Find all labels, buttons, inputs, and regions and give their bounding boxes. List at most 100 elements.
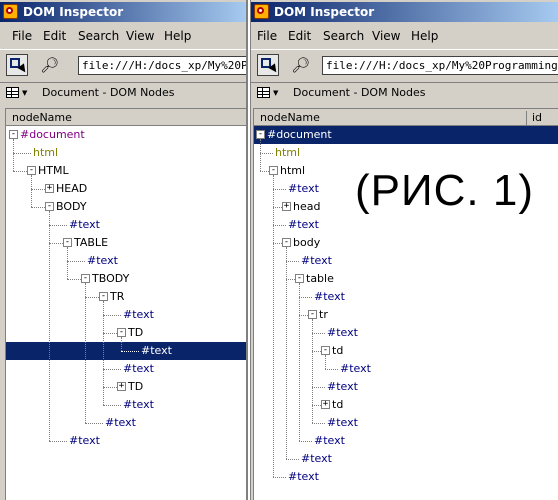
tree-row[interactable]: - body [254, 234, 558, 252]
tree-node-label: #text [288, 470, 319, 483]
tree-row[interactable]: html [6, 144, 246, 162]
tree-guide-line [31, 175, 32, 207]
tree-row[interactable]: - TR [6, 288, 246, 306]
tree-guide-line [286, 247, 287, 459]
tree-row[interactable]: #text [6, 432, 246, 450]
tree-row[interactable]: - TD [6, 324, 246, 342]
tree-row[interactable]: + TD [6, 378, 246, 396]
panel-grid-icon[interactable] [6, 87, 19, 98]
menu-edit[interactable]: Edit [288, 29, 311, 43]
tree-row[interactable]: - #document [254, 126, 558, 144]
tree-row[interactable]: html [254, 144, 558, 162]
collapse-icon[interactable]: - [282, 238, 291, 247]
tree-node-label: html [280, 164, 306, 177]
panel-header: ▼ Document - DOM Nodes [251, 82, 558, 104]
title-bar[interactable]: DOM Inspector [0, 2, 246, 22]
tree-row[interactable]: - HTML [6, 162, 246, 180]
panel-grid-icon[interactable] [257, 87, 270, 98]
collapse-icon[interactable]: - [269, 166, 278, 175]
menu-search[interactable]: Search [78, 29, 119, 43]
column-header[interactable]: nodeName id [254, 109, 558, 128]
tree-connector [325, 369, 338, 370]
tree-connector [13, 171, 27, 172]
expand-icon[interactable]: + [321, 400, 330, 409]
binoculars-icon[interactable]: 🔎︎ [291, 56, 311, 74]
tree-row[interactable]: #text [6, 252, 246, 270]
panel-title: Document - DOM Nodes [293, 86, 426, 99]
tree-row[interactable]: #text [6, 306, 246, 324]
tree-row[interactable]: - TBODY [6, 270, 246, 288]
menu-edit[interactable]: Edit [43, 29, 66, 43]
tree-connector [273, 243, 282, 244]
url-field[interactable]: file:///H:/docs_xp/My%20Programming/My%2… [78, 56, 246, 75]
column-header[interactable]: nodeName [6, 109, 246, 126]
tree-row[interactable]: - TABLE [6, 234, 246, 252]
tree-connector [312, 405, 321, 406]
menu-file[interactable]: File [12, 29, 32, 43]
tree-node-label: #text [340, 362, 371, 375]
collapse-icon[interactable]: - [99, 292, 108, 301]
collapse-icon[interactable]: - [295, 274, 304, 283]
collapse-icon[interactable]: - [45, 202, 54, 211]
tree-row[interactable]: #text [6, 342, 246, 360]
binoculars-icon[interactable]: 🔎︎ [40, 56, 60, 74]
title-bar[interactable]: DOM Inspector [251, 2, 558, 22]
collapse-icon[interactable]: - [117, 328, 126, 337]
expand-icon[interactable]: + [117, 382, 126, 391]
expand-icon[interactable]: + [282, 202, 291, 211]
tree-row[interactable]: #text [6, 216, 246, 234]
tree-node-label: #text [327, 416, 358, 429]
tree-connector [103, 333, 117, 334]
tree-row[interactable]: #text [254, 468, 558, 486]
window-title: DOM Inspector [23, 5, 124, 19]
collapse-icon[interactable]: - [9, 130, 18, 139]
tree-row[interactable]: #text [254, 450, 558, 468]
url-field[interactable]: file:///H:/docs_xp/My%20Programming/My%2… [322, 56, 558, 75]
tree-row[interactable]: #text [6, 360, 246, 378]
tree-row[interactable]: #text [6, 414, 246, 432]
tree-row[interactable]: + HEAD [6, 180, 246, 198]
tree-node-label: TABLE [74, 236, 109, 249]
tree-connector [286, 459, 299, 460]
column-nodename[interactable]: nodeName [260, 111, 320, 124]
collapse-icon[interactable]: - [256, 130, 265, 139]
menu-search[interactable]: Search [323, 29, 364, 43]
tree-guide-line [121, 337, 122, 351]
collapse-icon[interactable]: - [81, 274, 90, 283]
menu-view[interactable]: View [126, 29, 154, 43]
menu-file[interactable]: File [257, 29, 277, 43]
window-title: DOM Inspector [274, 5, 375, 19]
collapse-icon[interactable]: - [63, 238, 72, 247]
tree-row[interactable]: #text [254, 252, 558, 270]
column-nodename[interactable]: nodeName [12, 111, 72, 124]
tree-connector [49, 441, 67, 442]
dom-inspector-window-left: DOM Inspector File Edit Search View Help… [0, 0, 248, 500]
tree-connector [299, 441, 312, 442]
menu-help[interactable]: Help [411, 29, 438, 43]
tree-row[interactable]: #text [6, 396, 246, 414]
tree-row[interactable]: - BODY [6, 198, 246, 216]
tree-node-label: TD [128, 380, 144, 393]
collapse-icon[interactable]: - [27, 166, 36, 175]
tree-connector [299, 315, 308, 316]
tree-node-label: #text [314, 290, 345, 303]
tree-node-label: tr [319, 308, 328, 321]
tree-guide-line [49, 211, 50, 441]
chevron-down-icon[interactable]: ▼ [22, 89, 27, 97]
tree-node-label: #text [123, 308, 154, 321]
tree-row[interactable]: #text [254, 216, 558, 234]
menu-help[interactable]: Help [164, 29, 191, 43]
menu-bar: File Edit Search View Help [251, 26, 558, 46]
column-id[interactable]: id [532, 111, 542, 124]
dom-tree[interactable]: nodeName - #document html - HTML + HEAD - BODY #t… [5, 108, 246, 500]
dom-inspector-app-icon [3, 4, 18, 19]
collapse-icon[interactable]: - [321, 346, 330, 355]
chevron-down-icon[interactable]: ▼ [273, 89, 278, 97]
expand-icon[interactable]: + [45, 184, 54, 193]
inspect-element-button[interactable] [257, 54, 279, 76]
collapse-icon[interactable]: - [308, 310, 317, 319]
inspect-element-button[interactable] [6, 54, 28, 76]
tree-guide-line [325, 355, 326, 369]
menu-view[interactable]: View [372, 29, 400, 43]
tree-row[interactable]: - #document [6, 126, 246, 144]
